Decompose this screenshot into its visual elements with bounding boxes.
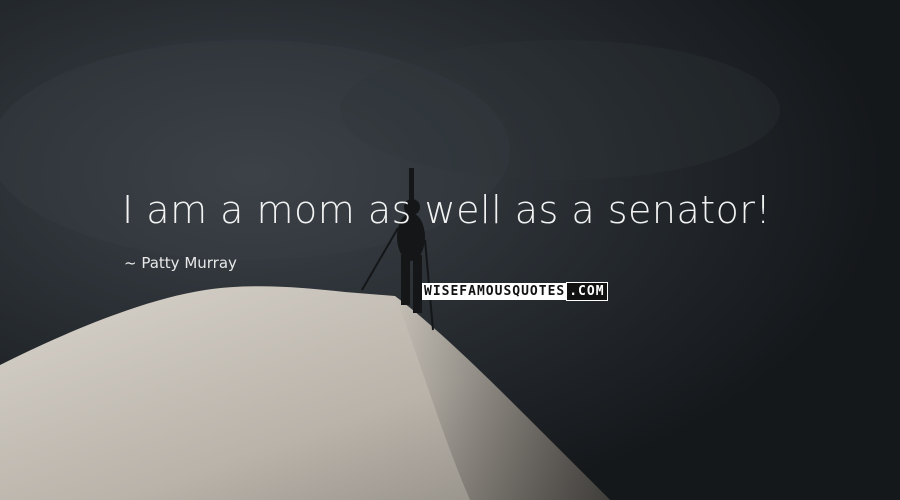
cloud <box>340 40 780 180</box>
wisefamousquotes-watermark: WISEFAMOUSQUOTES .COM <box>420 281 609 301</box>
quote-text: I am a mom as well as a senator! <box>122 188 772 232</box>
author-name: Patty Murray <box>141 254 237 272</box>
watermark-part2: .COM <box>566 281 608 301</box>
quote-author: ~ Patty Murray <box>124 254 237 272</box>
quote-card: I am a mom as well as a senator! ~ Patty… <box>0 0 900 500</box>
watermark-part1: WISEFAMOUSQUOTES <box>422 282 568 300</box>
background-photo <box>0 0 900 500</box>
